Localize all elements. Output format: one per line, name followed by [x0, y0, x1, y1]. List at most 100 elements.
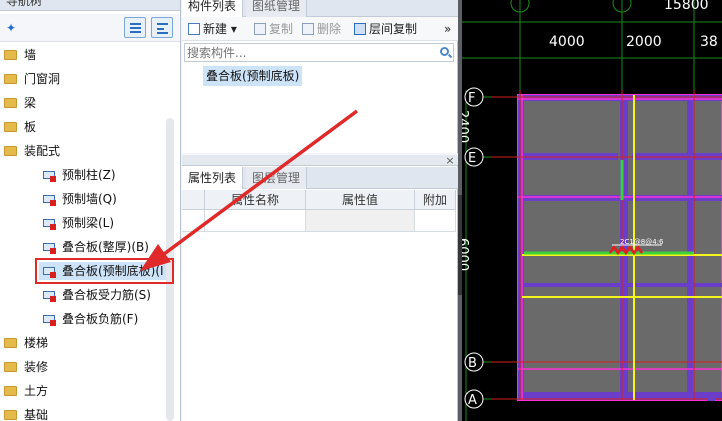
folder-icon — [4, 121, 17, 132]
tree-item-label: 基础 — [24, 408, 49, 421]
component-list-item[interactable]: 叠合板(预制底板) — [203, 66, 303, 86]
tree-folder-item[interactable]: 楼梯 — [4, 333, 48, 353]
tree-item-label: 预制柱(Z) — [62, 168, 116, 182]
beam — [518, 195, 722, 201]
axis-label-b: B — [468, 356, 477, 371]
top-dimension-text: 15800 — [664, 0, 709, 13]
tree-item-label: 叠合板(整厚)(B) — [62, 240, 149, 254]
tree-item-label: 梁 — [24, 96, 37, 110]
left-dimension-text: 2400 — [462, 110, 470, 143]
new-button[interactable]: 新建 ▾ — [188, 19, 237, 39]
folder-icon — [4, 49, 17, 60]
search-icon[interactable] — [440, 47, 449, 56]
tree-folder-item[interactable]: 装修 — [4, 357, 48, 377]
component-tabbar: 构件列表 图纸管理 — [182, 0, 458, 17]
property-header-strip — [182, 155, 458, 166]
dimension-text: 38 — [700, 34, 718, 50]
tree-folder-item[interactable]: 板 — [4, 117, 36, 137]
tab-property-list[interactable]: 属性列表 — [182, 167, 244, 189]
component-toolbar: 新建 ▾ 复制 删除 层间复制 » — [182, 17, 458, 41]
tree-item-label: 叠合板负筋(F) — [62, 312, 139, 326]
left-dimension-text: 6000 — [462, 238, 470, 271]
dimension-text: 2000 — [626, 34, 662, 50]
component-type-icon — [41, 216, 57, 230]
delete-icon — [302, 22, 314, 35]
tree-item-label: 叠合板受力筋(S) — [62, 288, 151, 302]
navigation-tree-panel: 导航树 ✦ 墙门窗洞梁板装配式 预制柱(Z) 预制墙(Q) 预制梁(L) 叠合板(整厚)… — [0, 0, 181, 421]
copy-button[interactable]: 复制 — [254, 19, 293, 39]
folder-icon — [4, 385, 17, 396]
folder-icon — [4, 361, 17, 372]
copy-icon — [254, 22, 266, 35]
tree-child-item[interactable]: 叠合板负筋(F) — [41, 309, 138, 329]
tree-item-label: 预制墙(Q) — [62, 192, 117, 206]
tree-child-item[interactable]: 预制梁(L) — [41, 213, 114, 233]
nav-toolbar: ✦ — [0, 14, 180, 42]
tab-layer-management[interactable]: 图层管理 — [246, 167, 308, 189]
layer-copy-button[interactable]: 层间复制 — [354, 19, 417, 39]
tree-item-label: 装修 — [24, 360, 49, 374]
tree-child-item[interactable]: 预制墙(Q) — [41, 189, 117, 209]
property-tabbar: 属性列表 图层管理 — [182, 167, 458, 189]
component-list-panel: 构件列表 图纸管理 新建 ▾ 复制 删除 层间复制 » 叠合板(预制底板) — [182, 0, 458, 153]
tree-child-item[interactable]: 叠合板(整厚)(B) — [41, 237, 149, 257]
axis-label-e: E — [468, 151, 476, 166]
column-header-property-name[interactable]: 属性名称 — [205, 190, 306, 210]
layer-copy-icon — [354, 22, 366, 35]
component-type-icon — [41, 240, 57, 254]
axis-label-a: A — [468, 393, 477, 408]
tree-folder-item[interactable]: 土方 — [4, 381, 48, 401]
property-name-cell[interactable] — [205, 210, 306, 232]
delete-button[interactable]: 删除 — [302, 19, 341, 39]
detail-view-icon[interactable] — [151, 17, 173, 38]
tree-folder-item[interactable]: 装配式 — [4, 141, 60, 161]
rebar-label: 2C1@8@4:6 — [620, 238, 664, 246]
column-header-extra[interactable]: 附加 — [415, 190, 456, 210]
tree-item-label: 墙 — [24, 48, 37, 62]
tree-child-item[interactable]: 叠合板受力筋(S) — [41, 285, 151, 305]
tree-folder-item[interactable]: 墙 — [4, 45, 36, 65]
new-icon — [188, 22, 200, 35]
tree-folder-item[interactable]: 梁 — [4, 93, 36, 113]
list-view-icon[interactable] — [124, 17, 146, 38]
close-icon[interactable]: × — [444, 155, 456, 167]
beam — [518, 95, 722, 101]
column-header-property-value[interactable]: 属性值 — [306, 190, 415, 210]
tab-component-list[interactable]: 构件列表 — [182, 0, 244, 17]
beam — [687, 95, 693, 400]
beam — [518, 283, 722, 287]
folder-icon — [4, 337, 17, 348]
component-type-icon — [41, 192, 57, 206]
folder-icon — [4, 97, 17, 108]
row-number-cell — [182, 210, 205, 232]
tree-folder-item[interactable]: 门窗洞 — [4, 69, 60, 89]
add-star-icon[interactable]: ✦ — [6, 20, 22, 36]
tree-folder-item[interactable]: 基础 — [4, 405, 48, 421]
folder-icon — [4, 145, 17, 156]
tree-item-label: 板 — [24, 120, 37, 134]
property-extra-cell[interactable] — [415, 210, 456, 232]
selection-annotation-box — [35, 258, 174, 284]
component-type-icon — [41, 168, 57, 182]
more-tools-button[interactable]: » — [444, 19, 451, 39]
component-type-icon — [41, 288, 57, 302]
property-value-cell[interactable] — [306, 210, 415, 232]
tree-item-label: 预制梁(L) — [62, 216, 115, 230]
folder-icon — [4, 73, 17, 84]
drawing-canvas[interactable]: 15800 4000 2000 38 F E B A 2400 6000 2C1… — [462, 0, 722, 421]
tree-item-label: 楼梯 — [24, 336, 49, 350]
row-number-header — [182, 190, 205, 210]
cad-drawing: 15800 4000 2000 38 F E B A 2400 6000 2C1… — [462, 0, 722, 421]
nav-tree-title: 导航树 — [0, 0, 180, 11]
component-search-input[interactable] — [184, 43, 454, 62]
beam — [518, 95, 524, 400]
folder-icon — [4, 409, 17, 420]
tree-item-label: 土方 — [24, 384, 49, 398]
tree-item-label: 装配式 — [24, 144, 61, 158]
tab-drawing-management[interactable]: 图纸管理 — [246, 0, 308, 17]
axis-label-f: F — [468, 91, 475, 106]
tree-item-label: 门窗洞 — [24, 72, 61, 86]
component-type-icon — [41, 312, 57, 326]
dimension-text: 4000 — [549, 34, 585, 50]
tree-child-item[interactable]: 预制柱(Z) — [41, 165, 116, 185]
